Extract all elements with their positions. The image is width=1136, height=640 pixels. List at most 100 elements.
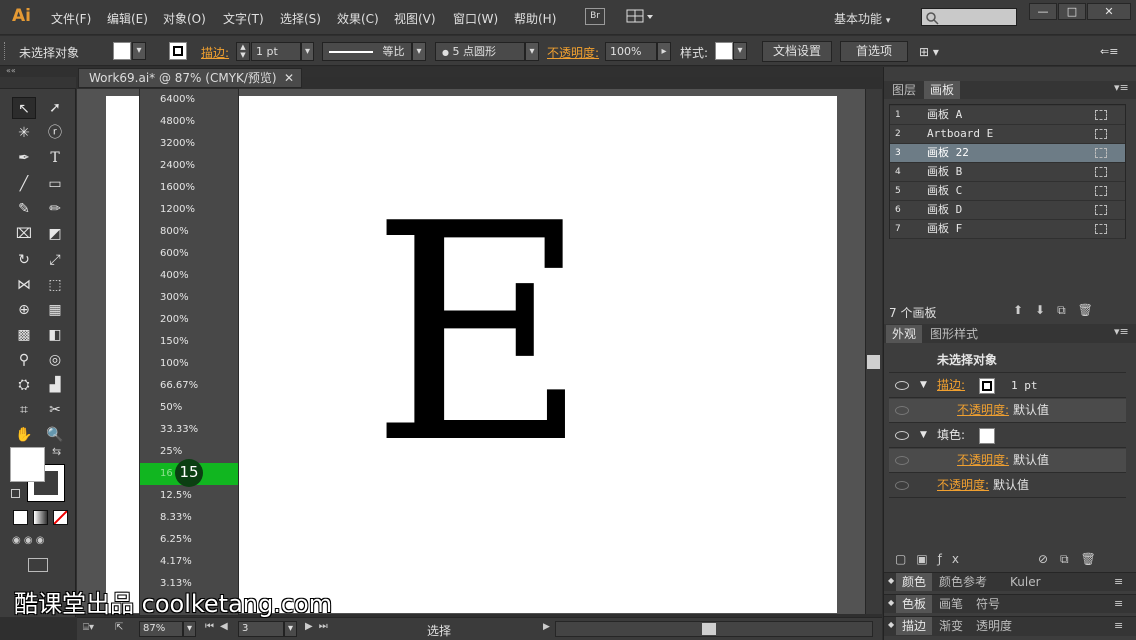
draw-modes-icon[interactable]: ◉ ◉ ◉ bbox=[12, 535, 68, 549]
zoom-dropdown[interactable]: ▾ bbox=[183, 621, 196, 637]
column-graph-tool-icon[interactable]: ▟ bbox=[43, 374, 67, 396]
menu-object[interactable]: 对象(O) bbox=[163, 10, 206, 27]
panel-menu-icon[interactable]: ⇐≡ bbox=[1100, 45, 1118, 58]
bridge-button[interactable]: Br bbox=[585, 8, 605, 25]
zoom-option[interactable]: 3200% bbox=[140, 133, 238, 155]
appearance-fill-row[interactable]: ▼ 填色: bbox=[889, 424, 1126, 448]
zoom-option[interactable]: 4800% bbox=[140, 111, 238, 133]
symbol-sprayer-tool-icon[interactable]: ⛭ bbox=[12, 374, 36, 396]
horizontal-scrollbar[interactable] bbox=[555, 621, 873, 637]
artboard-row[interactable]: 5 画板 C bbox=[890, 182, 1125, 201]
zoom-option[interactable]: 150% bbox=[140, 331, 238, 353]
zoom-option[interactable]: 200% bbox=[140, 309, 238, 331]
minimize-button[interactable]: — bbox=[1029, 3, 1057, 20]
menu-type[interactable]: 文字(T) bbox=[223, 10, 264, 27]
menu-edit[interactable]: 编辑(E) bbox=[107, 10, 148, 27]
artboard-row[interactable]: 6 画板 D bbox=[890, 201, 1125, 220]
zoom-option[interactable]: 33.33% bbox=[140, 419, 238, 441]
artboard-row[interactable]: 7 画板 F bbox=[890, 220, 1125, 239]
vertical-scrollbar[interactable] bbox=[865, 89, 882, 614]
line-tool-icon[interactable]: ╱ bbox=[12, 173, 36, 195]
artboard-options-icon[interactable] bbox=[1095, 167, 1107, 177]
stroke-label[interactable]: 描边: bbox=[201, 44, 229, 61]
free-transform-tool-icon[interactable]: ⬚ bbox=[43, 274, 67, 296]
tab-appearance[interactable]: 外观 bbox=[886, 325, 923, 343]
tab-stroke[interactable]: 描边 bbox=[896, 617, 933, 635]
artboard-panel-buttons[interactable]: ⬆⬇⧉🗑 bbox=[1013, 303, 1105, 318]
artboard-number-field[interactable]: 3 bbox=[238, 621, 284, 637]
document-tab[interactable]: Work69.ai* @ 87% (CMYK/预览) ✕ bbox=[78, 68, 302, 88]
paintbrush-tool-icon[interactable]: ✎ bbox=[12, 198, 36, 220]
zoom-option[interactable]: 2400% bbox=[140, 155, 238, 177]
blend-tool-icon[interactable]: ◎ bbox=[43, 349, 67, 371]
workspace-switcher[interactable]: 基本功能 ▾ bbox=[834, 10, 890, 27]
zoom-option[interactable]: 66.67% bbox=[140, 375, 238, 397]
artboard-next-buttons[interactable]: ▶⏭ bbox=[305, 621, 334, 632]
selection-tool-icon[interactable]: ↖ bbox=[12, 97, 36, 119]
zoom-option[interactable]: 400% bbox=[140, 265, 238, 287]
stroke-profile[interactable]: 等比 bbox=[322, 42, 412, 61]
artboard-options-icon[interactable] bbox=[1095, 110, 1107, 120]
zoom-option[interactable]: 12.5% bbox=[140, 485, 238, 507]
stroke-profile-dropdown[interactable]: ▾ bbox=[412, 42, 426, 61]
zoom-option[interactable]: 8.33% bbox=[140, 507, 238, 529]
artboard-dropdown[interactable]: ▾ bbox=[284, 621, 297, 637]
zoom-option[interactable]: 300% bbox=[140, 287, 238, 309]
slice-tool-icon[interactable]: ✂ bbox=[43, 399, 67, 421]
tab-artboards[interactable]: 画板 bbox=[924, 81, 961, 99]
menu-help[interactable]: 帮助(H) bbox=[514, 10, 556, 27]
eyedropper-tool-icon[interactable]: ⚲ bbox=[12, 349, 36, 371]
rectangle-tool-icon[interactable]: ▭ bbox=[43, 173, 67, 195]
blob-brush-tool-icon[interactable]: ⌧ bbox=[12, 223, 36, 245]
direct-selection-tool-icon[interactable]: ➚ bbox=[43, 97, 67, 119]
zoom-option[interactable]: 50% bbox=[140, 397, 238, 419]
opacity-dropdown[interactable]: ▸ bbox=[657, 42, 671, 61]
artboard-options-icon[interactable] bbox=[1095, 205, 1107, 215]
default-colors-icon[interactable] bbox=[11, 489, 20, 498]
gradient-tool-icon[interactable]: ◧ bbox=[43, 324, 67, 346]
appearance-delete-buttons[interactable]: ⊘⧉🗑 bbox=[1038, 552, 1108, 567]
fill-dropdown[interactable]: ▾ bbox=[132, 42, 146, 60]
gradient-mode-icon[interactable] bbox=[33, 510, 48, 525]
mesh-tool-icon[interactable]: ▩ bbox=[12, 324, 36, 346]
tab-graphic-styles[interactable]: 图形样式 bbox=[924, 325, 984, 343]
artboard-row[interactable]: 3 画板 22 bbox=[890, 144, 1125, 163]
zoom-option[interactable]: 800% bbox=[140, 221, 238, 243]
scale-tool-icon[interactable]: ⤢ bbox=[43, 249, 67, 271]
artboard-tool-icon[interactable]: ⌗ bbox=[12, 399, 36, 421]
artboards-panel-menu-icon[interactable]: ▾≡ bbox=[1114, 81, 1129, 94]
maximize-button[interactable]: □ bbox=[1058, 3, 1086, 20]
tab-symbols[interactable]: 符号 bbox=[970, 595, 1006, 613]
appearance-stroke-opacity-row[interactable]: 不透明度: 默认值 bbox=[889, 399, 1126, 423]
none-mode-icon[interactable] bbox=[53, 510, 68, 525]
stroke-weight-stepper[interactable]: ▲ ▼ bbox=[236, 42, 250, 61]
lasso-tool-icon[interactable]: ⓡ bbox=[43, 122, 67, 144]
artboard-options-icon[interactable] bbox=[1095, 148, 1107, 158]
tab-swatches[interactable]: 色板 bbox=[896, 595, 933, 613]
color-mode-icon[interactable] bbox=[13, 510, 28, 525]
swap-colors-icon[interactable]: ⇆ bbox=[52, 445, 61, 458]
status-menu-arrow[interactable]: ▶ bbox=[543, 622, 550, 632]
artboard-options-icon[interactable] bbox=[1095, 129, 1107, 139]
tab-gradient[interactable]: 渐变 bbox=[933, 617, 969, 635]
zoom-option[interactable]: 1200% bbox=[140, 199, 238, 221]
type-tool-icon[interactable]: T bbox=[43, 147, 67, 169]
collapse-left-icon[interactable]: «« bbox=[6, 66, 16, 75]
zoom-option[interactable]: 4.17% bbox=[140, 551, 238, 573]
zoom-option[interactable]: 600% bbox=[140, 243, 238, 265]
status-icon[interactable]: ⌸▾ bbox=[83, 622, 94, 633]
zoom-option[interactable]: 6.25% bbox=[140, 529, 238, 551]
arrange-documents-icon[interactable] bbox=[626, 9, 654, 24]
artboard-prev-buttons[interactable]: ⏮◀ bbox=[205, 621, 234, 632]
tab-color[interactable]: 颜色 bbox=[896, 573, 933, 591]
menu-file[interactable]: 文件(F) bbox=[51, 10, 91, 27]
stroke-swatch[interactable] bbox=[169, 42, 187, 60]
horizontal-scrollbar-thumb[interactable] bbox=[702, 623, 716, 635]
artboard-options-icon[interactable] bbox=[1095, 186, 1107, 196]
appearance-fill-opacity-row[interactable]: 不透明度: 默认值 bbox=[889, 449, 1126, 473]
artboard-row[interactable]: 4 画板 B bbox=[890, 163, 1125, 182]
perspective-grid-tool-icon[interactable]: ▦ bbox=[43, 299, 67, 321]
close-tab-icon[interactable]: ✕ bbox=[284, 69, 294, 88]
appearance-panel-menu-icon[interactable]: ▾≡ bbox=[1114, 325, 1129, 338]
shape-builder-tool-icon[interactable]: ⊕ bbox=[12, 299, 36, 321]
